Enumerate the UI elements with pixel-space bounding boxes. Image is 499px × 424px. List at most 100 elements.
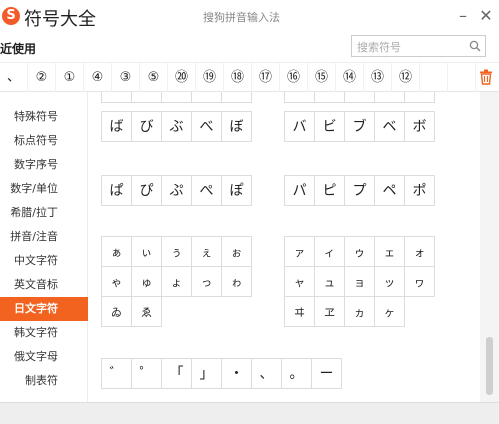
symbol-cell[interactable]: ベ: [374, 111, 405, 142]
symbol-cell[interactable]: ぃ: [131, 236, 162, 267]
symbol-cell[interactable]: ゑ: [131, 296, 162, 327]
symbol-cell[interactable]: ゅ: [131, 266, 162, 297]
symbol-cell[interactable]: ぅ: [161, 236, 192, 267]
symbol-cell[interactable]: ぺ: [191, 175, 222, 206]
recent-symbol[interactable]: ④: [84, 63, 112, 92]
recent-empty-slot[interactable]: [448, 63, 476, 92]
symbol-cell[interactable]: ポ: [404, 175, 435, 206]
recent-symbol[interactable]: ⑮: [308, 63, 336, 92]
symbol-cell[interactable]: ょ: [161, 266, 192, 297]
symbol-cell[interactable]: び: [131, 111, 162, 142]
symbol-cell[interactable]: 、: [251, 358, 282, 389]
symbol-cell[interactable]: [161, 92, 192, 103]
symbol-cell[interactable]: ・: [221, 358, 252, 389]
search-input[interactable]: [352, 37, 464, 58]
sidebar-item-punctuation[interactable]: 标点符号: [0, 129, 88, 153]
symbol-cell[interactable]: ヱ: [314, 296, 345, 327]
symbol-cell[interactable]: ュ: [314, 266, 345, 297]
symbol-cell[interactable]: ゜: [131, 358, 162, 389]
trash-icon[interactable]: [479, 69, 493, 85]
symbol-cell[interactable]: ォ: [404, 236, 435, 267]
sidebar-item-number-unit[interactable]: 数字/单位: [0, 177, 88, 201]
symbol-cell[interactable]: [374, 92, 405, 103]
recent-symbol[interactable]: ⑫: [392, 63, 420, 92]
sidebar-item-special[interactable]: 特殊符号: [0, 105, 88, 129]
content-scrollbar[interactable]: [480, 92, 499, 402]
symbol-cell[interactable]: [284, 92, 315, 103]
recent-symbol[interactable]: ⑲: [196, 63, 224, 92]
symbol-cell[interactable]: ぽ: [221, 175, 252, 206]
symbol-cell[interactable]: べ: [191, 111, 222, 142]
symbol-cell[interactable]: ヵ: [344, 296, 375, 327]
symbol-cell[interactable]: [191, 92, 222, 103]
recent-symbol[interactable]: ①: [56, 63, 84, 92]
symbol-cell[interactable]: ゎ: [221, 266, 252, 297]
symbol-cell[interactable]: ペ: [374, 175, 405, 206]
symbol-cell[interactable]: ョ: [344, 266, 375, 297]
symbol-cell[interactable]: [314, 92, 345, 103]
close-icon[interactable]: ✕: [478, 6, 494, 25]
symbol-cell[interactable]: っ: [191, 266, 222, 297]
symbol-cell[interactable]: 「: [161, 358, 192, 389]
minimize-icon[interactable]: –: [455, 6, 471, 25]
symbol-cell[interactable]: ぱ: [101, 175, 132, 206]
sidebar-item-chinese[interactable]: 中文字符: [0, 249, 88, 273]
symbol-cell[interactable]: ぷ: [161, 175, 192, 206]
recent-symbol[interactable]: ⑯: [280, 63, 308, 92]
recent-symbol[interactable]: 、: [0, 63, 28, 92]
recent-symbol[interactable]: ⑬: [364, 63, 392, 92]
recent-symbol[interactable]: ⑤: [140, 63, 168, 92]
sidebar-item-box-drawing[interactable]: 制表符: [0, 369, 88, 393]
search-box[interactable]: [351, 35, 486, 58]
recent-empty-slot[interactable]: [420, 63, 448, 92]
symbol-cell[interactable]: ぴ: [131, 175, 162, 206]
sidebar-item-english-phonetic[interactable]: 英文音标: [0, 273, 88, 297]
symbol-cell[interactable]: ぶ: [161, 111, 192, 142]
symbol-cell[interactable]: ビ: [314, 111, 345, 142]
recent-symbol[interactable]: ⑳: [168, 63, 196, 92]
sidebar-item-number-ordinal[interactable]: 数字序号: [0, 153, 88, 177]
symbol-cell[interactable]: ぇ: [191, 236, 222, 267]
sidebar-item-pinyin[interactable]: 拼音/注音: [0, 225, 88, 249]
symbol-cell[interactable]: [344, 92, 375, 103]
recent-symbol[interactable]: ⑰: [252, 63, 280, 92]
symbol-cell[interactable]: ヶ: [374, 296, 405, 327]
recent-symbol[interactable]: ⑭: [336, 63, 364, 92]
symbol-cell[interactable]: [221, 92, 252, 103]
symbol-cell[interactable]: ゃ: [101, 266, 132, 297]
symbol-cell[interactable]: ば: [101, 111, 132, 142]
symbol-cell[interactable]: ゥ: [344, 236, 375, 267]
symbol-cell[interactable]: バ: [284, 111, 315, 142]
symbol-cell[interactable]: [101, 92, 132, 103]
recent-symbol[interactable]: ⑱: [224, 63, 252, 92]
symbol-cell[interactable]: [404, 92, 435, 103]
scroll-thumb[interactable]: [486, 337, 493, 395]
sidebar-item-korean[interactable]: 韩文字符: [0, 321, 88, 345]
symbol-cell[interactable]: ヮ: [404, 266, 435, 297]
symbol-cell[interactable]: ぁ: [101, 236, 132, 267]
symbol-cell[interactable]: ヰ: [284, 296, 315, 327]
symbol-cell[interactable]: ゛: [101, 358, 132, 389]
symbol-cell[interactable]: ゐ: [101, 296, 132, 327]
recent-symbol[interactable]: ②: [28, 63, 56, 92]
symbol-cell[interactable]: パ: [284, 175, 315, 206]
symbol-cell[interactable]: ぼ: [221, 111, 252, 142]
symbol-cell[interactable]: ピ: [314, 175, 345, 206]
search-icon[interactable]: [469, 40, 481, 52]
symbol-cell[interactable]: ィ: [314, 236, 345, 267]
symbol-cell[interactable]: ャ: [284, 266, 315, 297]
symbol-cell[interactable]: 。: [281, 358, 312, 389]
symbol-cell[interactable]: ー: [311, 358, 342, 389]
symbol-cell[interactable]: ブ: [344, 111, 375, 142]
symbol-cell[interactable]: ァ: [284, 236, 315, 267]
symbol-cell[interactable]: [131, 92, 162, 103]
symbol-cell[interactable]: 」: [191, 358, 222, 389]
sidebar-item-japanese[interactable]: 日文字符: [0, 297, 88, 321]
symbol-cell[interactable]: ボ: [404, 111, 435, 142]
sidebar-item-greek-latin[interactable]: 希腊/拉丁: [0, 201, 88, 225]
symbol-cell[interactable]: プ: [344, 175, 375, 206]
recent-symbol[interactable]: ③: [112, 63, 140, 92]
symbol-cell[interactable]: ェ: [374, 236, 405, 267]
symbol-cell[interactable]: ッ: [374, 266, 405, 297]
sidebar-item-russian[interactable]: 俄文字母: [0, 345, 88, 369]
